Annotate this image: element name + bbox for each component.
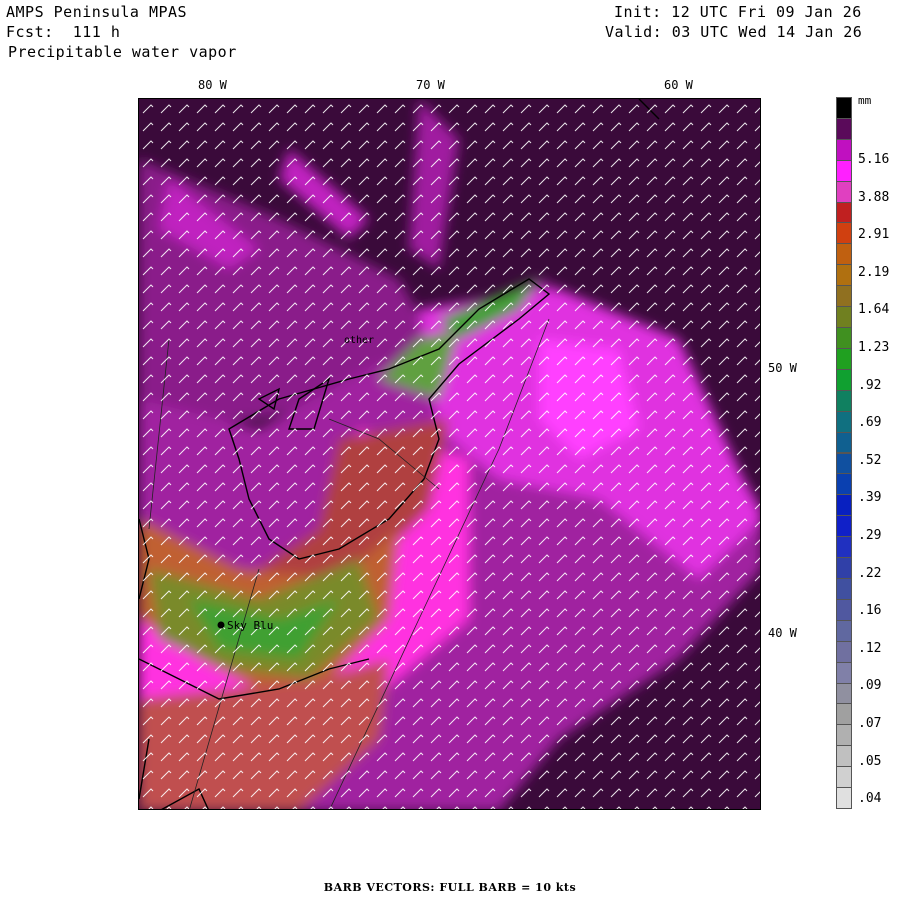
legend-value: 1.23 [858,340,890,355]
lon-label-50w: 50 W [768,361,797,375]
station-label-sky-blu: Sky Blu [227,619,273,632]
legend-swatch [836,787,852,809]
legend-swatch [836,452,852,475]
legend-value: .09 [858,678,882,694]
legend-value: .22 [858,565,882,581]
field-name: Precipitable water vapor [8,43,237,61]
legend-value: 2.91 [858,227,890,243]
legend-value: .16 [858,603,882,619]
legend-swatch [836,766,852,789]
legend-swatch [836,557,852,579]
legend-swatch [836,577,852,600]
legend-value: 2.19 [858,264,890,280]
legend-unit: mm [858,94,872,107]
legend-swatch [836,327,852,349]
legend-swatch [836,515,852,538]
forecast-hour: Fcst: 111 h [6,23,121,41]
legend-value: .12 [858,640,882,656]
legend-swatch [836,368,852,391]
model-title: AMPS Peninsula MPAS [6,3,188,21]
legend-value: .39 [858,490,882,506]
legend-value: 5.16 [858,152,890,167]
legend-swatch [836,473,852,496]
legend-swatch [836,97,852,119]
legend-swatch [836,138,852,161]
pwv-field: Sky Blu other [139,99,760,809]
legend-swatch [836,661,852,684]
legend-value: .05 [858,753,882,769]
legend-swatch [836,640,852,663]
valid-time: Valid: 03 UTC Wed 14 Jan 26 [605,23,863,41]
legend-swatch [836,285,852,308]
legend-swatch [836,243,852,266]
legend-swatch [836,159,852,182]
legend-swatch [836,389,852,412]
legend-value: 1.64 [858,302,890,318]
init-time: Init: 12 UTC Fri 09 Jan 26 [614,3,862,21]
legend-value: .92 [858,377,882,393]
legend-swatch [836,703,852,726]
legend-swatch [836,682,852,705]
legend-swatch [836,264,852,287]
lon-label-40w: 40 W [768,626,797,640]
legend-swatch [836,619,852,642]
legend-value: .52 [858,452,882,468]
legend-swatch [836,347,852,370]
legend-swatch [836,410,852,433]
legend-value: 3.88 [858,189,890,205]
legend-swatch [836,536,852,559]
legend-swatch [836,431,852,454]
map-annotation: other [344,335,374,346]
legend-value: .07 [858,716,882,731]
lon-label-70w: 70 W [416,78,445,92]
legend-value: .04 [858,791,882,807]
barb-note: BARB VECTORS: FULL BARB = 10 kts [323,881,577,894]
lon-label-80w: 80 W [198,78,227,92]
legend-swatch [836,745,852,768]
legend-swatch [836,180,852,203]
map-panel: Sky Blu other [138,98,761,810]
lon-label-60w: 60 W [664,78,693,92]
legend-swatch [836,201,852,224]
legend-swatch [836,222,852,245]
legend-swatch [836,598,852,621]
legend-swatch [836,306,852,329]
legend-swatch [836,724,852,747]
legend-value: .69 [858,415,882,431]
legend-swatch [836,494,852,517]
legend-value: .29 [858,528,882,543]
legend-swatch [836,117,852,140]
wind-barbs [139,99,760,809]
